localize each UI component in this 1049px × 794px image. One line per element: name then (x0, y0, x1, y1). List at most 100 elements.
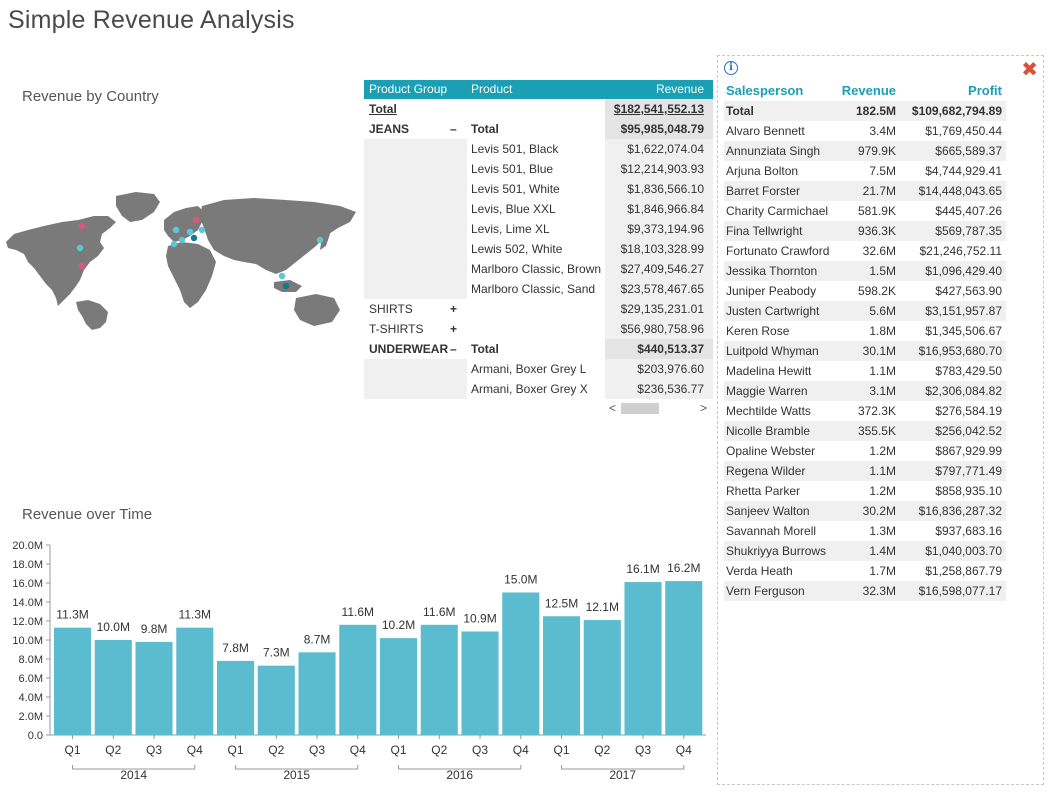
revenue-bar[interactable] (461, 631, 499, 735)
map-dot-uk[interactable] (172, 226, 180, 234)
revenue-over-time-chart: 0.0 2.0M 4.0M 6.0M 8.0M 10.0M 12.0M 14.0M 16.0M 1… (12, 540, 706, 782)
sales-row[interactable]: Madelina Hewitt 1.1M $783,429.50 (724, 361, 1006, 381)
x-tick-label: Q1 (554, 743, 570, 757)
map-dot-spain[interactable] (170, 240, 178, 248)
pivot-product-label: Total (471, 122, 499, 136)
map-south-america[interactable] (76, 300, 108, 330)
sales-row[interactable]: Sanjeev Walton 30.2M $16,836,287.32 (724, 501, 1006, 521)
salesperson-profit: $3,151,957.87 (925, 304, 1002, 318)
map-dot-canada[interactable] (78, 222, 86, 230)
map-dot-italy[interactable] (190, 234, 198, 242)
revenue-bar[interactable] (339, 624, 377, 735)
revenue-bar[interactable] (624, 582, 662, 735)
x-tick-label: Q3 (146, 743, 162, 757)
y-tick-label: 0.0 (28, 730, 43, 742)
revenue-bar[interactable] (380, 638, 418, 735)
x-tick-label: Q1 (391, 743, 407, 757)
salesperson-name: Opaline Webster (726, 444, 816, 458)
sales-header-salesperson[interactable]: Salesperson (726, 83, 803, 98)
revenue-bar[interactable] (54, 627, 92, 735)
map-dot-poland[interactable] (198, 226, 206, 234)
sales-row[interactable]: Keren Rose 1.8M $1,345,506.67 (724, 321, 1006, 341)
map-north-america[interactable] (6, 216, 116, 306)
map-dot-japan[interactable] (316, 236, 324, 244)
sales-row[interactable]: Mechtilde Watts 372.3K $276,584.19 (724, 401, 1006, 421)
sales-row[interactable]: Juniper Peabody 598.2K $427,563.90 (724, 281, 1006, 301)
sales-row[interactable]: Jessika Thornton 1.5M $1,096,429.40 (724, 261, 1006, 281)
revenue-bar[interactable] (94, 640, 132, 735)
salesperson-profit: $276,584.19 (935, 404, 1002, 418)
time-panel-title: Revenue over Time (22, 506, 153, 523)
revenue-bar[interactable] (298, 652, 336, 735)
pivot-toggle-icon[interactable]: – (450, 342, 457, 356)
map-dot-singapore[interactable] (282, 282, 290, 290)
close-icon[interactable]: ✖ (1021, 57, 1038, 81)
x-tick-label: Q1 (228, 743, 244, 757)
revenue-bar[interactable] (217, 660, 255, 735)
sales-row[interactable]: Regena Wilder 1.1M $797,771.49 (724, 461, 1006, 481)
scroll-left-arrow[interactable]: < (609, 401, 616, 415)
pivot-row: Levis, Lime XL $9,373,194.96 (364, 219, 713, 239)
revenue-bar[interactable] (257, 665, 295, 735)
revenue-bar[interactable] (176, 627, 214, 735)
pivot-header-group[interactable]: Product Group (369, 82, 447, 96)
map-dot-thailand[interactable] (278, 272, 286, 280)
salesperson-revenue: 30.1M (862, 344, 896, 358)
sales-row[interactable]: Arjuna Bolton 7.5M $4,744,929.41 (724, 161, 1006, 181)
revenue-bar[interactable] (665, 581, 703, 735)
map-europe[interactable] (164, 206, 204, 242)
revenue-bar[interactable] (543, 616, 581, 735)
pivot-product-label: Levis 501, Black (471, 142, 559, 156)
salesperson-revenue: 7.5M (869, 164, 896, 178)
sales-row[interactable]: Vern Ferguson 32.3M $16,598,077.17 (724, 581, 1006, 601)
revenue-bar[interactable] (502, 592, 540, 736)
sales-header-revenue[interactable]: Revenue (842, 83, 896, 98)
sales-row[interactable]: Fina Tellwright 936.3K $569,787.35 (724, 221, 1006, 241)
scroll-thumb[interactable] (621, 403, 659, 414)
sales-row[interactable]: Luitpold Whyman 30.1M $16,953,680.70 (724, 341, 1006, 361)
map-africa[interactable] (166, 242, 216, 308)
revenue-bar[interactable] (583, 620, 621, 735)
pivot-row: Marlboro Classic, Brown $27,409,546.27 (364, 259, 713, 279)
sales-row[interactable]: Opaline Webster 1.2M $867,929.99 (724, 441, 1006, 461)
pivot-horizontal-scrollbar[interactable]: < > (605, 400, 713, 416)
y-tick-label: 14.0M (12, 597, 43, 609)
pivot-header-product[interactable]: Product (471, 82, 512, 96)
sales-row[interactable]: Annunziata Singh 979.9K $665,589.37 (724, 141, 1006, 161)
sales-row[interactable]: Nicolle Bramble 355.5K $256,042.52 (724, 421, 1006, 441)
salesperson-profit: $797,771.49 (935, 464, 1002, 478)
sales-row[interactable]: Shukriyya Burrows 1.4M $1,040,003.70 (724, 541, 1006, 561)
world-map[interactable] (4, 190, 360, 330)
sales-row[interactable]: Charity Carmichael 581.9K $445,407.26 (724, 201, 1006, 221)
sales-row[interactable]: Barret Forster 21.7M $14,448,043.65 (724, 181, 1006, 201)
scroll-right-arrow[interactable]: > (700, 401, 707, 415)
map-dot-france[interactable] (178, 236, 186, 244)
pivot-header-revenue[interactable]: Revenue (656, 82, 704, 96)
map-dot-mexico[interactable] (78, 262, 86, 270)
sales-row[interactable]: Alvaro Bennett 3.4M $1,769,450.44 (724, 121, 1006, 141)
info-icon[interactable]: i (724, 61, 738, 75)
map-dot-usa[interactable] (76, 244, 84, 252)
salesperson-name: Madelina Hewitt (726, 364, 812, 378)
map-australia[interactable] (294, 294, 340, 326)
map-greenland[interactable] (116, 192, 160, 222)
sales-row[interactable]: Rhetta Parker 1.2M $858,935.10 (724, 481, 1006, 501)
map-dot-germany[interactable] (186, 228, 194, 236)
sales-header-profit[interactable]: Profit (968, 83, 1002, 98)
sales-row[interactable]: Justen Cartwright 5.6M $3,151,957.87 (724, 301, 1006, 321)
sales-row[interactable]: Fortunato Crawford 32.6M $21,246,752.11 (724, 241, 1006, 261)
map-asia[interactable] (200, 198, 356, 274)
pivot-toggle-icon[interactable]: – (450, 122, 457, 136)
revenue-bar[interactable] (135, 641, 173, 735)
sales-row[interactable]: Maggie Warren 3.1M $2,306,084.82 (724, 381, 1006, 401)
map-dot-scandinavia[interactable] (192, 216, 200, 224)
sales-row[interactable]: Verda Heath 1.7M $1,258,867.79 (724, 561, 1006, 581)
salesperson-revenue: 936.3K (857, 224, 896, 238)
pivot-toggle-icon[interactable]: + (450, 302, 457, 316)
salesperson-name: Alvaro Bennett (726, 124, 805, 138)
salesperson-name: Justen Cartwright (726, 304, 820, 318)
sales-row[interactable]: Savannah Morell 1.3M $937,683.16 (724, 521, 1006, 541)
revenue-bar[interactable] (420, 624, 458, 735)
pivot-toggle-icon[interactable]: + (450, 322, 457, 336)
salesperson-revenue: 581.9K (857, 204, 896, 218)
